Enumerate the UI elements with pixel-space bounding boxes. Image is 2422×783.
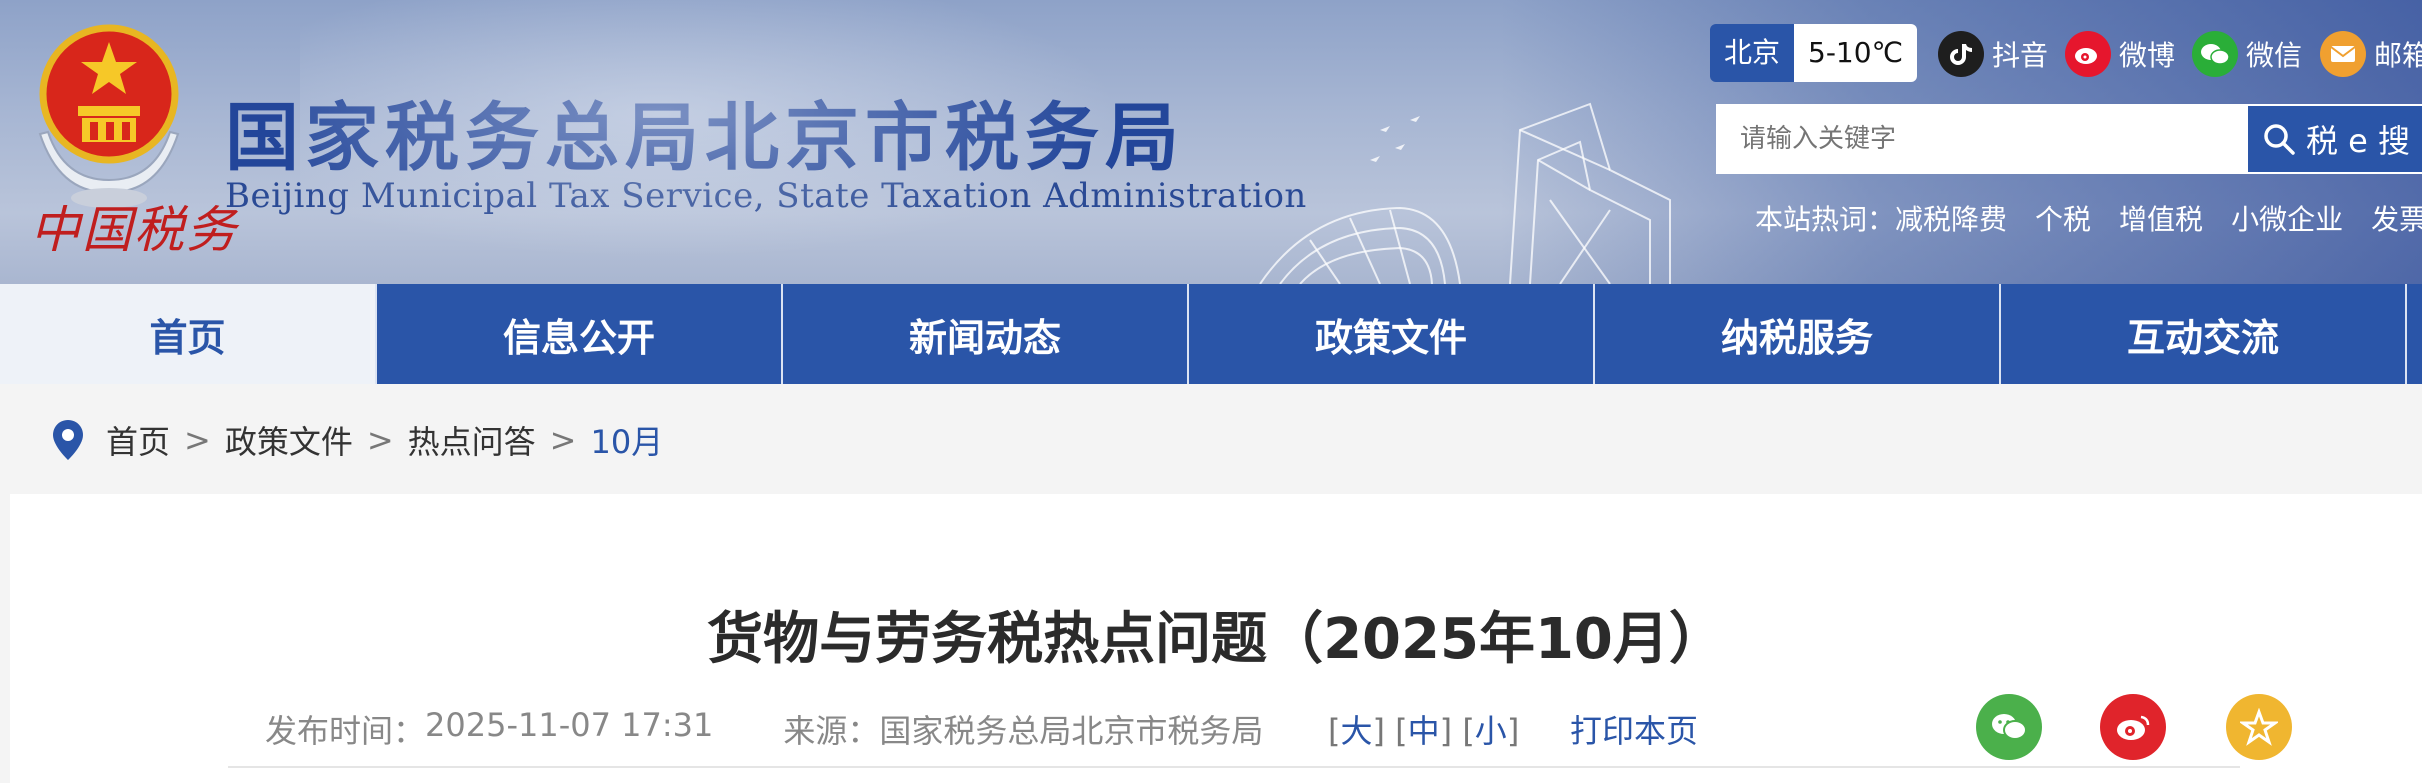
breadcrumb-hot-qa[interactable]: 热点问答 (408, 417, 536, 463)
source-label: 来源： (783, 712, 880, 750)
weather-city: 北京 (1710, 24, 1795, 82)
location-pin-icon (53, 420, 83, 460)
weather-widget: 北京 5-10℃ (1710, 24, 1918, 82)
social-tiktok-label: 抖音 (1992, 39, 2049, 72)
breadcrumb-separator: > (184, 421, 211, 459)
hot-word-link[interactable]: 发票 (2371, 198, 2422, 238)
beijing-landmark-illustration (1259, 102, 1671, 284)
breadcrumb-separator: > (549, 421, 577, 459)
site-header: 中国税务 国家税务总局北京市税务局 Beijing Municipal Tax … (0, 0, 2422, 284)
social-weibo-label: 微博 (2119, 39, 2176, 72)
hot-word-link[interactable]: 增值税 (2119, 198, 2203, 238)
search-icon (2264, 124, 2295, 155)
nav-item-tax-service[interactable]: 纳税服务 (1595, 284, 2001, 384)
social-mail-label: 邮箱 (2374, 39, 2422, 72)
weibo-icon (2065, 31, 2111, 77)
site-subtitle: Beijing Municipal Tax Service, State Tax… (225, 176, 1307, 216)
breadcrumb-current[interactable]: 10月 (590, 417, 663, 463)
site-title[interactable]: 国家税务总局北京市税务局 (225, 78, 1185, 185)
breadcrumb-policy[interactable]: 政策文件 (225, 417, 353, 463)
tiktok-icon (1938, 31, 1984, 77)
nav-item-info-disclosure[interactable]: 信息公开 (377, 284, 783, 384)
nav-item-policy[interactable]: 政策文件 (1189, 284, 1595, 384)
hot-word-link[interactable]: 个税 (2035, 198, 2091, 238)
font-size-medium[interactable]: 中 (1408, 712, 1440, 750)
article-panel: 货物与劳务税热点问题（2025年10月） 发布时间： 2025-11-07 17… (10, 494, 2422, 783)
social-wechat-label: 微信 (2246, 39, 2303, 72)
nav-item-news[interactable]: 新闻动态 (783, 284, 1189, 384)
search-button-label: 税 e 搜 (2306, 122, 2411, 160)
hot-words-label: 本站热词： (1755, 203, 1896, 236)
search-input[interactable] (1716, 104, 2246, 174)
nav-item-interaction[interactable]: 互动交流 (2001, 284, 2407, 384)
social-tiktok[interactable]: 抖音 (1938, 26, 2048, 82)
source-value: 国家税务总局北京市税务局 (879, 712, 1264, 750)
print-link[interactable]: 打印本页 (1570, 706, 1698, 752)
social-weibo[interactable]: 微博 (2065, 26, 2175, 82)
article-title: 货物与劳务税热点问题（2025年10月） (707, 607, 1725, 672)
hot-word-link[interactable]: 小微企业 (2231, 198, 2343, 238)
main-nav: 首页 信息公开 新闻动态 政策文件 纳税服务 互动交流 (0, 284, 2422, 384)
seal-logo: 中国税务 (30, 201, 238, 259)
search-button[interactable]: 税 e 搜 (2246, 104, 2422, 174)
hot-words: 本站热词： 减税降费 个税 增值税 小微企业 发票 (1755, 198, 2422, 238)
share-favorite-icon[interactable] (2226, 694, 2292, 760)
font-size-small[interactable]: 小 (1475, 712, 1507, 750)
meta-divider (228, 766, 2240, 768)
nav-item-home[interactable]: 首页 (0, 284, 377, 384)
social-mail[interactable]: 邮箱 (2320, 26, 2422, 82)
publish-time: 2025-11-07 17:31 (425, 706, 714, 744)
hot-word-link[interactable]: 减税降费 (1895, 198, 2007, 238)
mail-icon (2320, 31, 2366, 77)
breadcrumb-separator: > (366, 421, 394, 459)
breadcrumb: 首页 > 政策文件 > 热点问答 > 10月 (50, 410, 663, 470)
weather-temp: 5-10℃ (1794, 24, 1918, 82)
wechat-icon (2192, 31, 2238, 77)
social-wechat[interactable]: 微信 (2192, 26, 2302, 82)
article-meta: 发布时间： 2025-11-07 17:31 来源： 国家税务总局北京市税务局 (265, 706, 1263, 752)
font-size-large[interactable]: 大 (1340, 712, 1372, 750)
share-wechat-icon[interactable] (1976, 694, 2042, 760)
search-bar: 税 e 搜 (1716, 104, 2422, 174)
font-size-switcher: [大] [中] [小] (1328, 712, 1520, 750)
publish-time-label: 发布时间： (265, 712, 426, 750)
breadcrumb-home[interactable]: 首页 (106, 417, 170, 463)
share-weibo-icon[interactable] (2100, 694, 2166, 760)
